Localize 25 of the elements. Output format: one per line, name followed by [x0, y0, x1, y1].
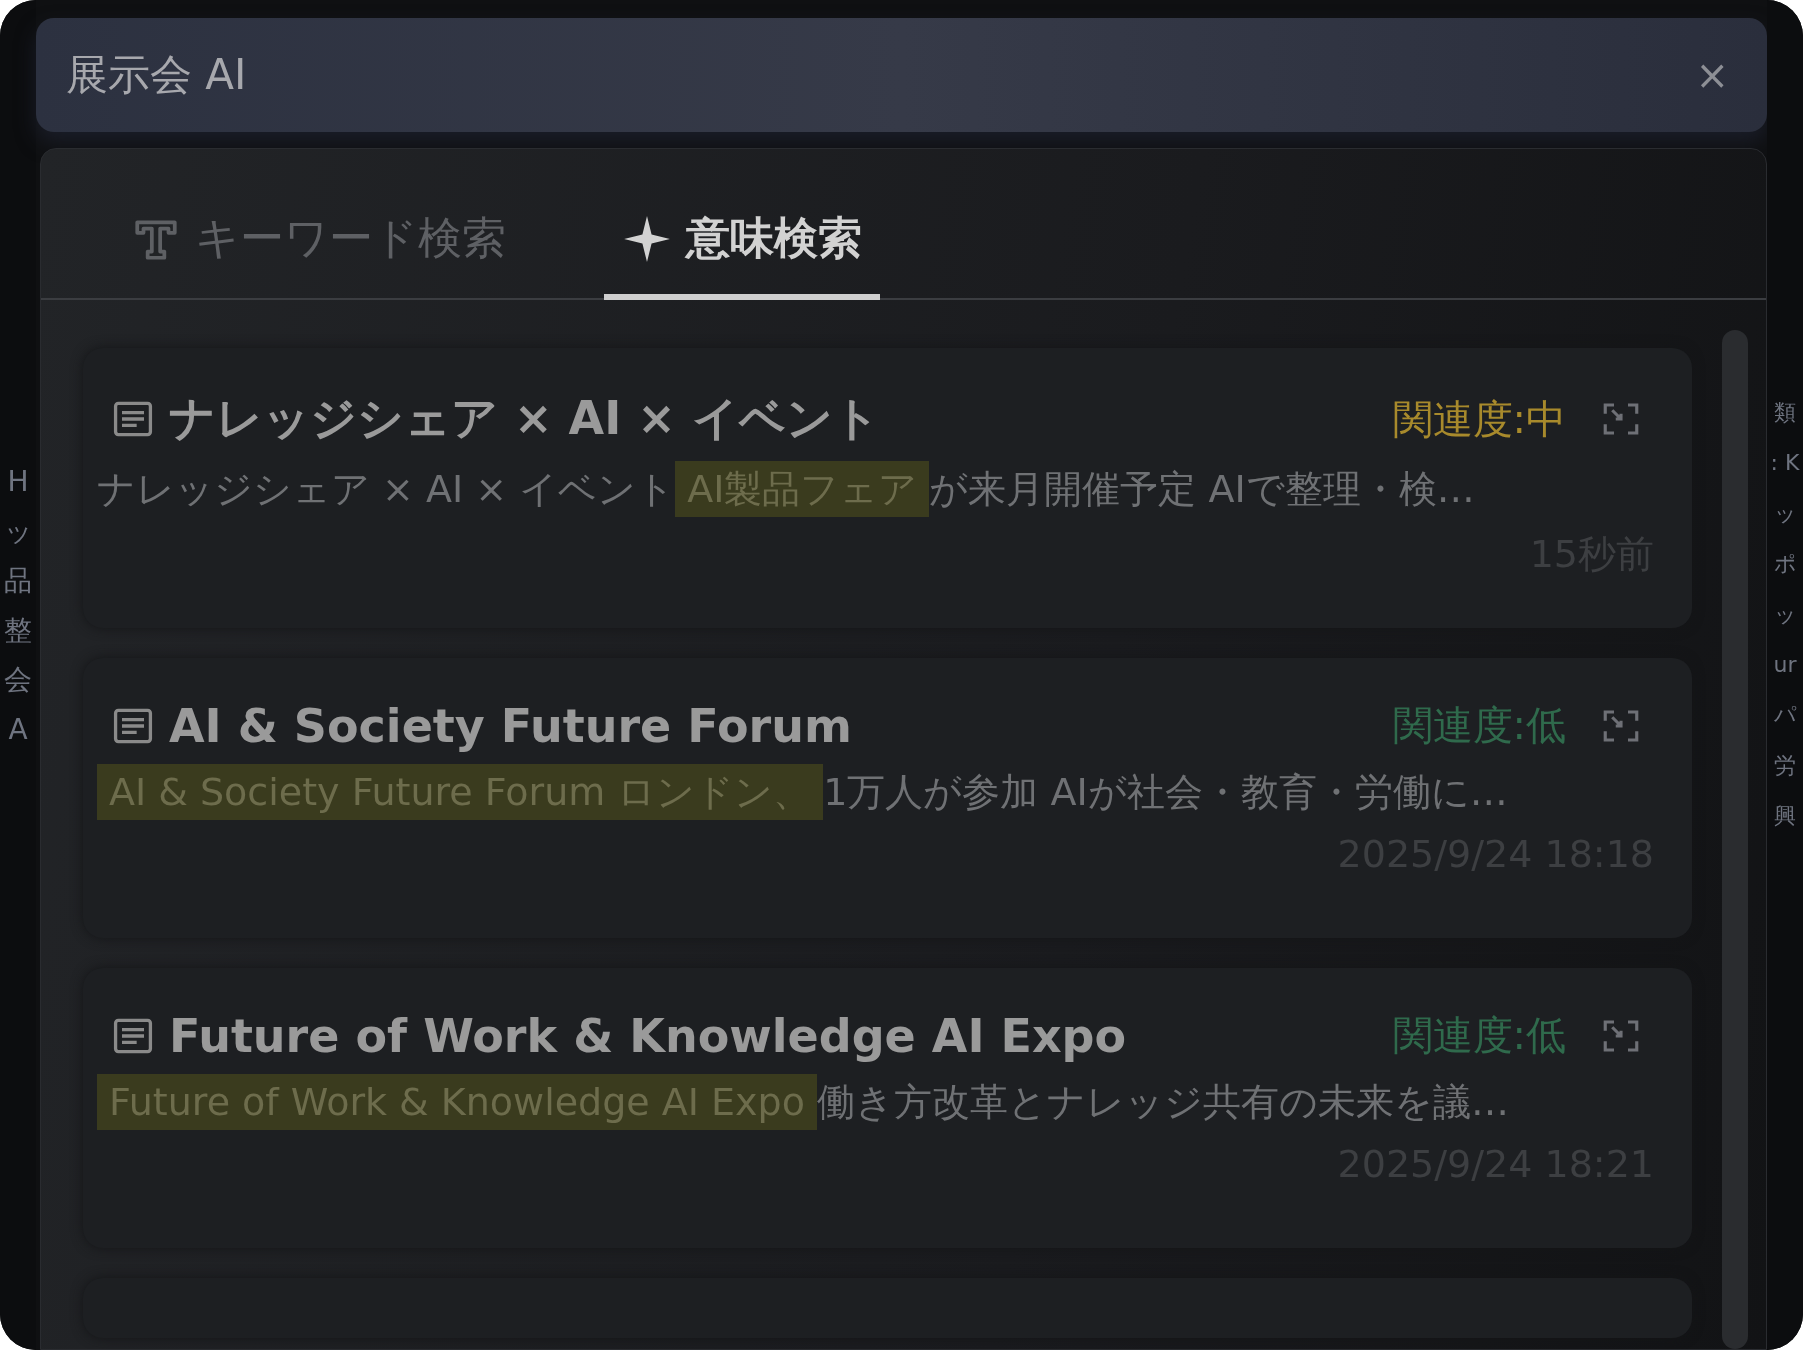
- background-text: : K: [1770, 450, 1800, 477]
- background-text: A: [8, 712, 28, 747]
- relevance-label: 関連度:低: [1392, 701, 1566, 750]
- background-text: 整: [4, 613, 32, 648]
- background-text: パ: [1773, 702, 1797, 729]
- background-text: 品: [4, 564, 32, 598]
- background-text: 類: [1774, 400, 1796, 427]
- result-title: Future of Work & Knowledge AI Expo: [169, 1008, 1128, 1063]
- close-button[interactable]: ×: [1687, 52, 1737, 98]
- relevance-label: 関連度:低: [1392, 1011, 1566, 1060]
- result-title: ナレッジシェア × AI × イベント: [169, 390, 881, 447]
- background-text: ッ: [1773, 500, 1797, 528]
- window-title: 展示会 AI: [66, 49, 247, 101]
- result-title: AI & Society Future Forum: [169, 698, 853, 753]
- background-text: ッ: [1773, 601, 1797, 628]
- background-text: 労: [1774, 752, 1796, 780]
- background-text: ポ: [1773, 551, 1797, 578]
- background-text: H: [7, 465, 29, 499]
- background-text: 会: [4, 663, 32, 697]
- background-text: ッ: [3, 514, 33, 549]
- scrollbar[interactable]: [1722, 330, 1748, 1349]
- relevance-label: 関連度:中: [1392, 394, 1566, 444]
- search-tab[interactable]: 意味検索: [604, 209, 880, 300]
- background-text: ur: [1773, 651, 1797, 679]
- background-text: 興: [1774, 803, 1796, 830]
